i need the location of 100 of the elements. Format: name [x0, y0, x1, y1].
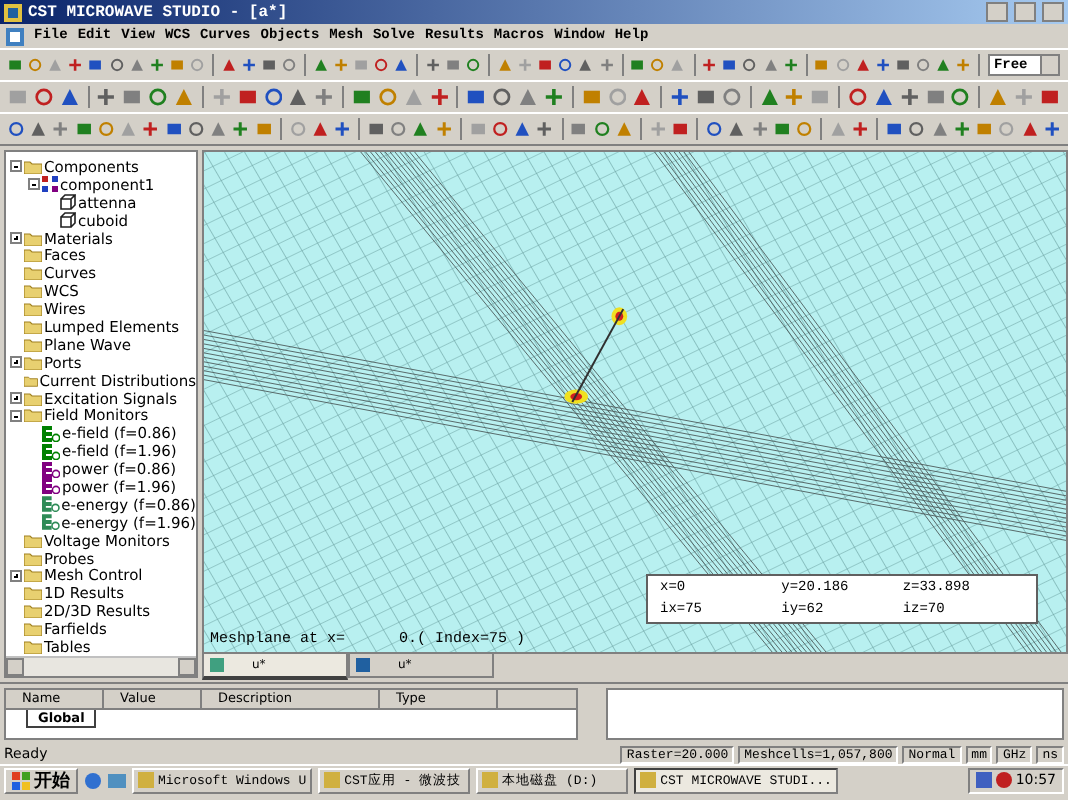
tool-icon[interactable] — [632, 86, 653, 108]
tool-icon[interactable] — [311, 118, 329, 140]
tool-icon[interactable] — [672, 118, 689, 140]
maximize-button[interactable] — [1014, 2, 1036, 22]
tool-icon[interactable] — [925, 86, 945, 108]
expander-icon[interactable] — [10, 409, 22, 422]
tool-icon[interactable] — [908, 118, 926, 140]
tool-icon[interactable] — [148, 86, 169, 108]
tool-icon[interactable] — [988, 86, 1009, 108]
tool-icon[interactable] — [570, 118, 588, 140]
tool-icon[interactable] — [174, 86, 194, 108]
tool-icon[interactable] — [412, 118, 430, 140]
tool-icon[interactable] — [374, 54, 389, 76]
tool-icon[interactable] — [232, 118, 250, 140]
tool-icon[interactable] — [873, 86, 894, 108]
tool-icon[interactable] — [578, 54, 594, 76]
tool-icon[interactable] — [241, 54, 256, 76]
tool-icon[interactable] — [165, 118, 182, 140]
tool-icon[interactable] — [149, 54, 164, 76]
tool-icon[interactable] — [670, 86, 690, 108]
tool-icon[interactable] — [288, 86, 309, 108]
tool-icon[interactable] — [446, 54, 461, 76]
tool-icon[interactable] — [630, 54, 645, 76]
tool-icon[interactable] — [109, 54, 124, 76]
tool-icon[interactable] — [333, 54, 349, 76]
tool-icon[interactable] — [852, 118, 869, 140]
tool-icon[interactable] — [169, 54, 184, 76]
tool-icon[interactable] — [33, 86, 54, 108]
tool-icon[interactable] — [8, 54, 23, 76]
tool-icon[interactable] — [68, 54, 83, 76]
tool-icon[interactable] — [28, 54, 43, 76]
tool-icon[interactable] — [426, 54, 441, 76]
tool-icon[interactable] — [936, 54, 951, 76]
tool-icon[interactable] — [313, 54, 328, 76]
tool-icon[interactable] — [368, 118, 385, 140]
tool-icon[interactable] — [615, 118, 633, 140]
tool-icon[interactable] — [784, 86, 805, 108]
tool-icon[interactable] — [536, 118, 554, 140]
tool-icon[interactable] — [763, 54, 778, 76]
tool-icon[interactable] — [976, 118, 993, 140]
tool-icon[interactable] — [1039, 86, 1060, 108]
tool-icon[interactable] — [950, 86, 971, 108]
tool-icon[interactable] — [899, 86, 920, 108]
tool-icon[interactable] — [695, 86, 716, 108]
tool-icon[interactable] — [886, 118, 903, 140]
tool-icon[interactable] — [796, 118, 813, 140]
tool-icon[interactable] — [282, 54, 297, 76]
tool-icon[interactable] — [543, 86, 564, 108]
start-button[interactable]: 开始 — [4, 767, 78, 793]
tool-icon[interactable] — [702, 54, 717, 76]
tool-icon[interactable] — [895, 54, 910, 76]
desktop-icon[interactable] — [108, 771, 126, 789]
tool-icon[interactable] — [263, 86, 283, 108]
tool-icon[interactable] — [875, 54, 890, 76]
tool-icon[interactable] — [931, 118, 948, 140]
tool-icon[interactable] — [52, 118, 70, 140]
tool-icon[interactable] — [351, 86, 372, 108]
tool-icon[interactable] — [75, 118, 92, 140]
tool-icon[interactable] — [97, 118, 115, 140]
expander-icon[interactable] — [10, 160, 22, 173]
tool-icon[interactable] — [261, 54, 277, 76]
tool-icon[interactable] — [599, 54, 614, 76]
tool-icon[interactable] — [466, 86, 487, 108]
tool-icon[interactable] — [721, 86, 742, 108]
tool-icon[interactable] — [956, 54, 971, 76]
tool-icon[interactable] — [466, 54, 481, 76]
expander-icon[interactable] — [10, 392, 22, 405]
tool-icon[interactable] — [492, 86, 513, 108]
tool-icon[interactable] — [96, 86, 117, 108]
tool-icon[interactable] — [314, 86, 335, 108]
expander-icon[interactable] — [28, 178, 40, 191]
tool-icon[interactable] — [334, 118, 351, 140]
tool-icon[interactable] — [377, 86, 398, 108]
expander-icon[interactable] — [10, 356, 22, 369]
tool-icon[interactable] — [751, 118, 768, 140]
tool-icon[interactable] — [142, 118, 160, 140]
tool-icon[interactable] — [518, 86, 538, 108]
tool-icon[interactable] — [773, 118, 790, 140]
tool-icon[interactable] — [210, 118, 227, 140]
tool-icon[interactable] — [122, 86, 143, 108]
tool-icon[interactable] — [538, 54, 553, 76]
tool-icon[interactable] — [814, 54, 830, 76]
expander-icon[interactable] — [10, 232, 22, 244]
tool-icon[interactable] — [237, 86, 258, 108]
tool-icon[interactable] — [581, 86, 601, 108]
minimize-button[interactable] — [986, 2, 1008, 22]
tool-icon[interactable] — [848, 86, 868, 108]
tool-icon[interactable] — [728, 118, 746, 140]
tool-icon[interactable] — [390, 118, 407, 140]
tool-icon[interactable] — [59, 86, 80, 108]
tool-icon[interactable] — [558, 54, 573, 76]
browser-icon[interactable] — [84, 771, 102, 789]
tool-icon[interactable] — [953, 118, 971, 140]
tool-icon[interactable] — [30, 118, 47, 140]
tool-icon[interactable] — [429, 86, 449, 108]
tool-icon[interactable] — [394, 54, 409, 76]
scrollbar[interactable] — [6, 656, 196, 676]
tool-icon[interactable] — [497, 54, 513, 76]
tool-icon[interactable] — [187, 118, 205, 140]
tool-icon[interactable] — [706, 118, 723, 140]
